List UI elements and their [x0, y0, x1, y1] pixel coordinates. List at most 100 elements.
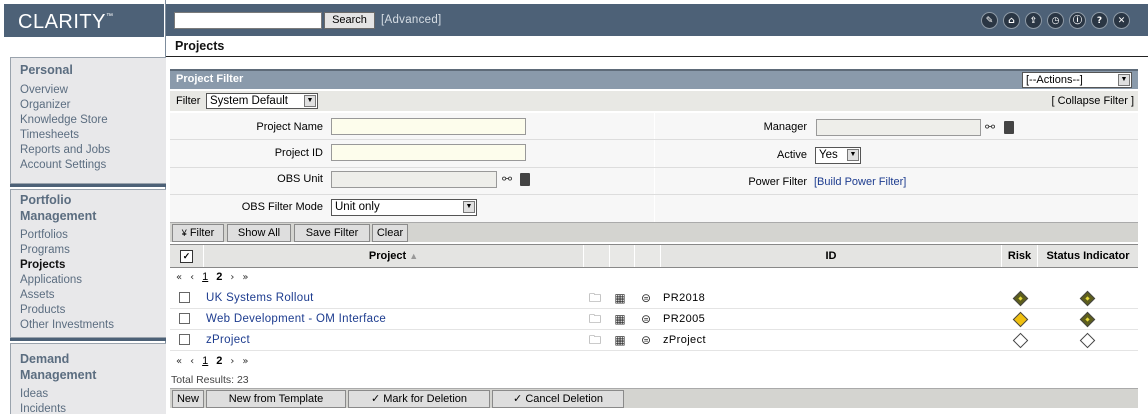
- collapse-filter-link[interactable]: [ Collapse Filter ]: [1051, 95, 1134, 107]
- info-icon[interactable]: ⓘ: [1069, 12, 1086, 29]
- status-indicator-column-header[interactable]: Status Indicator: [1038, 245, 1138, 267]
- id-column-header[interactable]: ID: [661, 245, 1002, 267]
- clear-button[interactable]: Clear: [372, 224, 408, 242]
- project-name-link[interactable]: zProject: [206, 334, 250, 346]
- check-icon: ✓: [370, 393, 381, 405]
- sidebar-section-personal: Personal Overview Organizer Knowledge St…: [10, 57, 166, 184]
- gantt-icon[interactable]: ▦: [611, 332, 629, 349]
- close-icon[interactable]: ✕: [1113, 12, 1130, 29]
- sidebar-item-account-settings[interactable]: Account Settings: [11, 158, 166, 173]
- project-id-field[interactable]: [331, 144, 526, 161]
- new-button[interactable]: New: [172, 390, 204, 408]
- binoculars-icon[interactable]: ⚯: [985, 120, 995, 134]
- project-name-field[interactable]: [331, 118, 526, 135]
- sidebar-item-applications[interactable]: Applications: [11, 273, 166, 288]
- row-checkbox[interactable]: [179, 292, 190, 303]
- manager-field[interactable]: [816, 119, 981, 136]
- project-name-link[interactable]: UK Systems Rollout: [206, 292, 314, 304]
- sidebar: CLARITY™ Personal Overview Organizer Kno…: [0, 0, 166, 414]
- layers-icon[interactable]: ⊜: [637, 290, 655, 307]
- sidebar-item-assets[interactable]: Assets: [11, 288, 166, 303]
- filter-button[interactable]: ¥ Filter: [172, 224, 224, 242]
- layers-icon[interactable]: ⊜: [637, 311, 655, 328]
- divider: [170, 139, 1138, 140]
- sidebar-item-knowledge-store[interactable]: Knowledge Store: [11, 113, 166, 128]
- total-results: Total Results: 23: [171, 374, 249, 386]
- icon-column-header: [635, 245, 661, 267]
- prev-page-icon[interactable]: ‹: [190, 272, 194, 283]
- trash-icon[interactable]: [520, 173, 530, 186]
- sidebar-item-other-investments[interactable]: Other Investments: [11, 318, 166, 333]
- risk-indicator-icon: [1012, 332, 1029, 349]
- next-page-icon[interactable]: ›: [230, 272, 234, 283]
- project-id-label: Project ID: [274, 147, 323, 159]
- prev-page-icon[interactable]: ‹: [190, 356, 194, 367]
- sidebar-item-timesheets[interactable]: Timesheets: [11, 128, 166, 143]
- mark-for-deletion-button[interactable]: ✓ Mark for Deletion: [348, 390, 490, 408]
- advanced-search-link[interactable]: [Advanced]: [381, 14, 442, 26]
- sidebar-item-portfolios[interactable]: Portfolios: [11, 228, 166, 243]
- risk-indicator-icon: [1012, 290, 1029, 307]
- save-filter-button[interactable]: Save Filter: [294, 224, 370, 242]
- sidebar-item-incidents[interactable]: Incidents: [11, 402, 166, 414]
- select-all-header[interactable]: ✓: [170, 245, 204, 267]
- sidebar-item-organizer[interactable]: Organizer: [11, 98, 166, 113]
- sidebar-separator: [10, 338, 166, 341]
- folder-icon[interactable]: 🗀: [586, 311, 604, 328]
- chevrons-icon: ¥: [181, 228, 187, 238]
- row-checkbox[interactable]: [179, 334, 190, 345]
- search-button[interactable]: Search: [324, 12, 375, 29]
- show-all-button[interactable]: Show All: [227, 224, 291, 242]
- active-select[interactable]: Yes ▼: [815, 147, 861, 164]
- upload-icon[interactable]: ⇪: [1025, 12, 1042, 29]
- project-column-header[interactable]: Project ▲: [204, 245, 584, 267]
- last-page-icon[interactable]: »: [242, 272, 248, 283]
- page-link[interactable]: 1: [202, 355, 208, 367]
- binoculars-icon[interactable]: ⚯: [502, 172, 512, 186]
- first-page-icon[interactable]: «: [176, 356, 182, 367]
- new-from-template-button[interactable]: New from Template: [206, 390, 346, 408]
- sidebar-item-ideas[interactable]: Ideas: [11, 387, 166, 402]
- trash-icon[interactable]: [1004, 121, 1014, 134]
- home-icon[interactable]: ⌂: [1003, 12, 1020, 29]
- layers-icon[interactable]: ⊜: [637, 332, 655, 349]
- sidebar-item-programs[interactable]: Programs: [11, 243, 166, 258]
- gantt-icon[interactable]: ▦: [611, 311, 629, 328]
- filter-panel-header: Project Filter [--Actions--] ▼: [170, 69, 1138, 89]
- risk-column-header[interactable]: Risk: [1002, 245, 1038, 267]
- row-checkbox[interactable]: [179, 313, 190, 324]
- sidebar-item-projects[interactable]: Projects: [11, 258, 166, 273]
- checklist-icon[interactable]: ✓: [180, 250, 193, 263]
- sidebar-item-products[interactable]: Products: [11, 303, 166, 318]
- power-filter-label: Power Filter: [748, 176, 807, 188]
- search-input[interactable]: [174, 12, 322, 29]
- chevron-down-icon: ▼: [847, 149, 859, 161]
- page-link[interactable]: 1: [202, 271, 208, 283]
- project-name-link[interactable]: Web Development - OM Interface: [206, 313, 386, 325]
- clock-icon[interactable]: ◷: [1047, 12, 1064, 29]
- pager-bottom: « ‹ 1 2 › »: [176, 355, 249, 367]
- first-page-icon[interactable]: «: [176, 272, 182, 283]
- wrench-icon[interactable]: ✎: [981, 12, 998, 29]
- project-id: PR2018: [663, 292, 706, 304]
- folder-icon[interactable]: 🗀: [586, 290, 604, 307]
- cancel-deletion-button[interactable]: ✓ Cancel Deletion: [492, 390, 624, 408]
- build-power-filter-link[interactable]: [Build Power Filter]: [814, 176, 906, 188]
- actions-dropdown[interactable]: [--Actions--] ▼: [1022, 72, 1132, 88]
- sidebar-section-title: Portfolio: [20, 193, 72, 207]
- obs-unit-field[interactable]: [331, 171, 497, 188]
- table-row: zProject 🗀 ▦ ⊜ zProject: [170, 330, 1138, 351]
- sidebar-item-overview[interactable]: Overview: [11, 83, 166, 98]
- last-page-icon[interactable]: »: [242, 356, 248, 367]
- status-indicator-icon: [1079, 311, 1096, 328]
- filter-panel-title: Project Filter: [176, 73, 244, 85]
- sidebar-item-reports-and-jobs[interactable]: Reports and Jobs: [11, 143, 166, 158]
- filter-select[interactable]: System Default ▼: [206, 93, 318, 109]
- obs-filter-mode-select[interactable]: Unit only ▼: [331, 199, 477, 216]
- clarity-logo[interactable]: CLARITY™: [4, 4, 164, 37]
- next-page-icon[interactable]: ›: [230, 356, 234, 367]
- gantt-icon[interactable]: ▦: [611, 290, 629, 307]
- sidebar-section-title: Personal: [20, 63, 73, 77]
- help-icon[interactable]: ?: [1091, 12, 1108, 29]
- folder-icon[interactable]: 🗀: [586, 332, 604, 349]
